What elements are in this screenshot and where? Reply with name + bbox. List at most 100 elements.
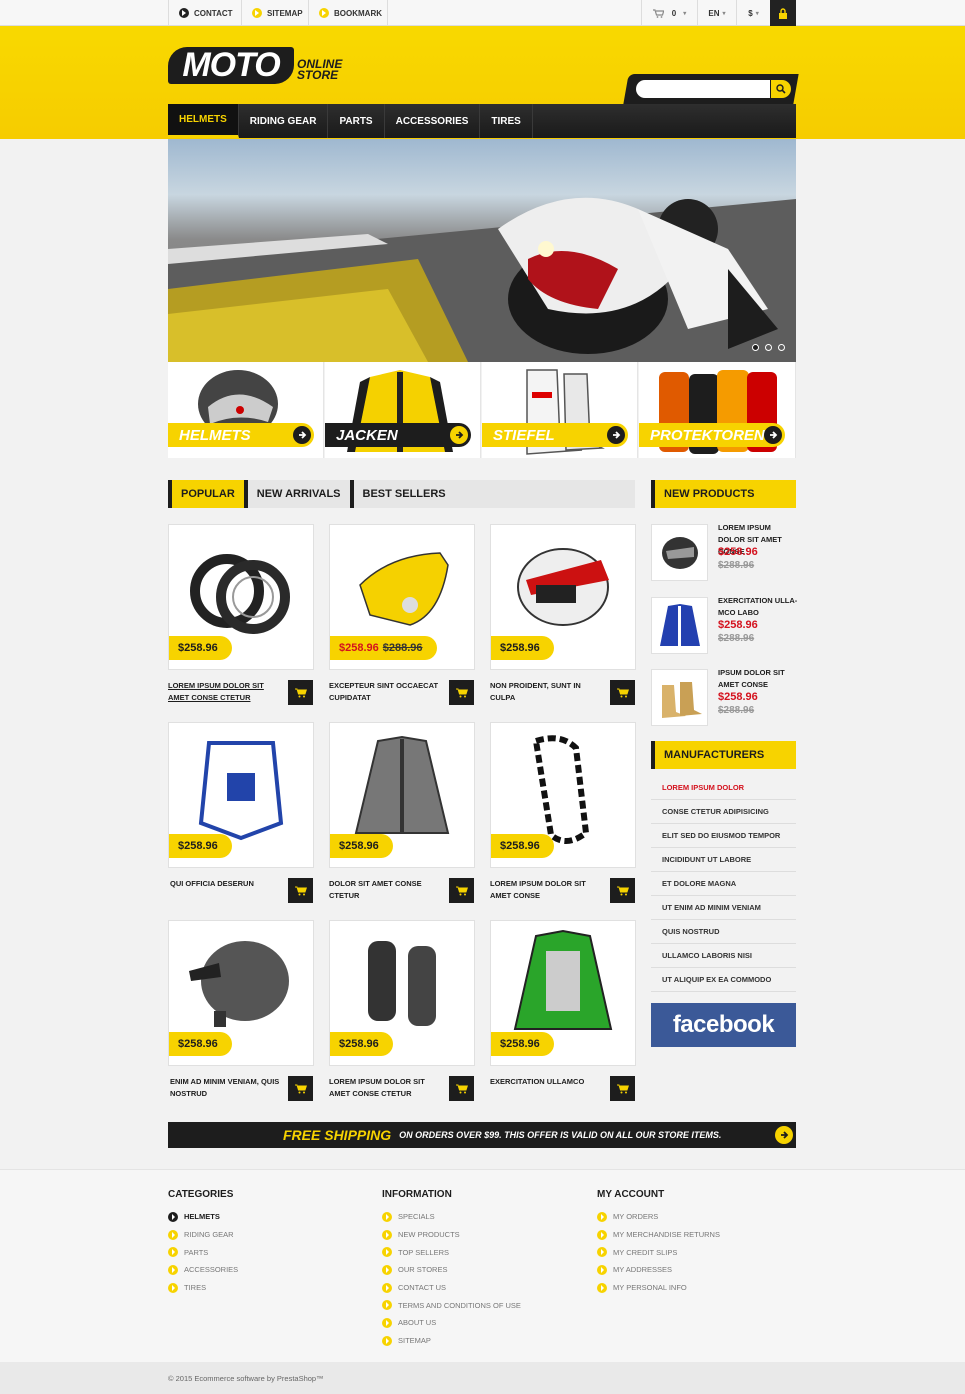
product-card[interactable]: $258.96 [490,524,636,670]
manufacturer-link[interactable]: ET DOLORE MAGNA [651,872,796,896]
nav-item-accessories[interactable]: ACCESSORIES [385,104,481,138]
price: $258.96 [178,642,218,654]
bookmark-link[interactable]: BOOKMARK [308,0,388,26]
footer-link[interactable]: NEW PRODUCTS [382,1226,582,1244]
new-product-name[interactable]: EXERCITATION ULLA-MCO LABO [718,595,800,619]
arrow-circle-icon [168,1282,178,1293]
manufacturer-link[interactable]: UT ENIM AD MINIM VENIAM [651,896,796,920]
footer-link-label: MY PERSONAL INFO [613,1283,687,1293]
product-name[interactable]: NON PROIDENT, SUNT IN CULPA [490,680,608,704]
product-card[interactable]: $258.96 [490,920,636,1066]
add-to-cart-button[interactable] [449,878,474,903]
nav-item-helmets[interactable]: HELMETS [168,104,239,138]
manufacturer-link[interactable]: UT ALIQUIP EX EA COMMODO [651,968,796,992]
footer-link-label: MY MERCHANDISE RETURNS [613,1230,720,1240]
currency-select[interactable]: $ ▾ [736,0,770,26]
manufacturer-link[interactable]: INCIDIDUNT UT LABORE [651,848,796,872]
add-to-cart-button[interactable] [449,1076,474,1101]
price: $258.96 [500,642,540,654]
footer-link[interactable]: PARTS [168,1243,358,1261]
category-banner-protektoren[interactable]: PROTEKTOREN [639,362,796,458]
cart-dropdown[interactable]: 0 ▾ [641,0,697,26]
footer-link[interactable]: TIRES [168,1279,358,1297]
product-name[interactable]: LOREM IPSUM DOLOR SIT AMET CONSE CTETUR [168,680,286,704]
add-to-cart-button[interactable] [288,680,313,705]
new-product-thumb[interactable] [651,524,708,581]
slider-dot-1[interactable] [752,344,759,351]
category-banner-stiefel[interactable]: STIEFEL [482,362,638,458]
login-button[interactable] [770,0,796,26]
manufacturer-link[interactable]: QUIS NOSTRUD [651,920,796,944]
manufacturer-link[interactable]: LOREM IPSUM DOLOR [651,776,796,800]
new-product-name[interactable]: IPSUM DOLOR SIT AMET CONSE [718,667,800,691]
manufacturer-link[interactable]: ELIT SED DO EIUSMOD TEMPOR [651,824,796,848]
arrow-right-icon[interactable] [775,1126,793,1144]
product-card[interactable]: $258.96 [490,722,636,868]
slider-dot-2[interactable] [765,344,772,351]
category-banner-helmets[interactable]: HELMETS [168,362,324,458]
footer-link[interactable]: ABOUT US [382,1314,582,1332]
hero-slider[interactable] [168,139,796,362]
add-to-cart-button[interactable] [610,1076,635,1101]
product-card[interactable]: $258.96 [168,722,314,868]
nav-item-tires[interactable]: TIRES [480,104,533,138]
footer-link[interactable]: SITEMAP [382,1332,582,1350]
manufacturer-link[interactable]: CONSE CTETUR ADIPISICING [651,800,796,824]
nav-item-riding-gear[interactable]: RIDING GEAR [239,104,329,138]
cart-icon [455,886,468,895]
category-banner-jacken[interactable]: JACKEN [325,362,481,458]
footer-link[interactable]: RIDING GEAR [168,1226,358,1244]
tab-popular[interactable]: POPULAR [168,480,244,508]
footer-link[interactable]: MY MERCHANDISE RETURNS [597,1226,797,1244]
product-name[interactable]: QUI OFFICIA DESERUN [170,878,288,890]
sitemap-link[interactable]: SITEMAP [241,0,308,26]
footer-link[interactable]: TERMS AND CONDITIONS OF USE [382,1296,582,1314]
nav-item-parts[interactable]: PARTS [328,104,385,138]
search-button[interactable] [771,80,791,98]
product-card[interactable]: $258.96 $288.96 [329,524,475,670]
top-bar [0,0,965,26]
add-to-cart-button[interactable] [449,680,474,705]
new-product-thumb[interactable] [651,597,708,654]
free-shipping-banner[interactable]: FREE SHIPPING ON ORDERS OVER $99. THIS O… [168,1122,796,1148]
contact-link[interactable]: CONTACT [168,0,241,26]
add-to-cart-button[interactable] [610,878,635,903]
product-name[interactable]: DOLOR SIT AMET CONSE CTETUR [329,878,447,902]
category-label-bar: HELMETS [168,423,314,447]
footer-link[interactable]: HELMETS [168,1208,358,1226]
product-name[interactable]: EXERCITATION ULLAMCO [490,1076,608,1088]
add-to-cart-button[interactable] [610,680,635,705]
footer-link[interactable]: MY CREDIT SLIPS [597,1243,797,1261]
footer-link[interactable]: OUR STORES [382,1261,582,1279]
tab-best-sellers[interactable]: BEST SELLERS [349,480,455,508]
product-card[interactable]: $258.96 [329,722,475,868]
copyright-text: © 2015 Ecommerce software by PrestaShop™ [168,1374,324,1383]
product-name[interactable]: EXCEPTEUR SINT OCCAECAT CUPIDATAT [329,680,447,704]
footer-link[interactable]: MY ADDRESSES [597,1261,797,1279]
manufacturer-link[interactable]: ULLAMCO LABORIS NISI [651,944,796,968]
footer-link[interactable]: MY PERSONAL INFO [597,1279,797,1297]
product-card[interactable]: $258.96 [168,920,314,1066]
add-to-cart-button[interactable] [288,878,313,903]
new-product-thumb[interactable] [651,669,708,726]
lock-icon [779,7,787,19]
footer-link[interactable]: SPECIALS [382,1208,582,1226]
footer-link[interactable]: MY ORDERS [597,1208,797,1226]
product-name[interactable]: LOREM IPSUM DOLOR SIT AMET CONSE [490,878,608,902]
footer-link[interactable]: TOP SELLERS [382,1243,582,1261]
cart-count: 0 [671,8,677,18]
add-to-cart-button[interactable] [288,1076,313,1101]
product-card[interactable]: $258.96 [329,920,475,1066]
new-product-price: $258.96 [718,546,758,558]
language-select[interactable]: EN ▾ [697,0,736,26]
footer-link[interactable]: ACCESSORIES [168,1261,358,1279]
search-input[interactable] [636,80,770,98]
slider-dot-3[interactable] [778,344,785,351]
facebook-banner[interactable]: facebook [651,1003,796,1047]
product-name[interactable]: LOREM IPSUM DOLOR SIT AMET CONSE CTETUR [329,1076,447,1100]
product-card[interactable]: $258.96 [168,524,314,670]
footer-link[interactable]: CONTACT US [382,1279,582,1297]
product-name[interactable]: ENIM AD MINIM VENIAM, QUIS NOSTRUD [170,1076,288,1100]
logo[interactable]: MOTO [168,46,294,84]
tab-new-arrivals[interactable]: NEW ARRIVALS [243,480,350,508]
